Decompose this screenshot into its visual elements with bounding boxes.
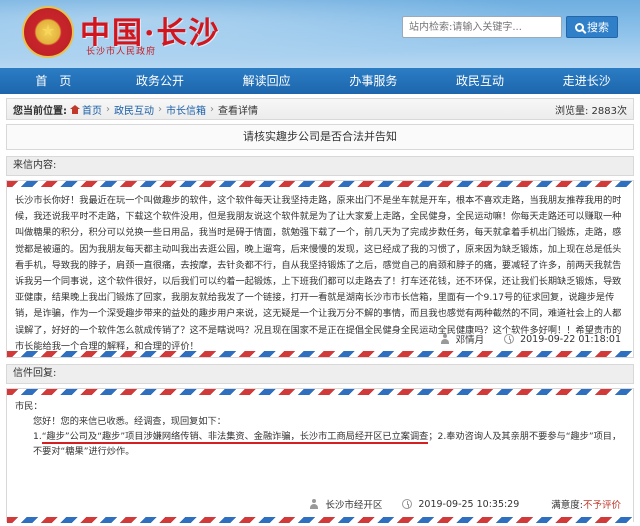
- view-count: 浏览量: 2883次: [555, 102, 627, 117]
- reply-intro: 您好！您的来信已收悉。经调查，现回复如下：: [33, 416, 226, 427]
- search-icon: [575, 22, 584, 32]
- nav-item-interaction[interactable]: 政民互动: [427, 68, 534, 94]
- search-button-label: 搜索: [587, 21, 609, 34]
- breadcrumb-home[interactable]: 首页: [82, 102, 102, 117]
- clock-icon: [402, 499, 413, 509]
- home-icon: [70, 104, 80, 114]
- satisfaction-label: 满意度:: [551, 500, 583, 511]
- airmail-border-bottom: [7, 517, 633, 523]
- reply-author: 长沙市经开区: [325, 500, 383, 511]
- site-subtitle: 长沙市人民政府: [86, 47, 157, 57]
- emblem-star-icon: ★: [40, 21, 56, 40]
- breadcrumb-current: 查看详情: [218, 105, 258, 117]
- breadcrumb-interaction[interactable]: 政民互动: [114, 102, 154, 117]
- nav-item-about-changsha[interactable]: 走进长沙: [533, 68, 640, 94]
- letter-card: 长沙市长你好！我最近在玩一个叫做趣步的软件，这个软件每天让我坚持走路，原来出门不…: [6, 180, 634, 358]
- reply-highlight: “趣步”公司及“趣步”项目涉嫌网络传销、非法集资、金融诈骗，长沙市工商局经开区已…: [41, 431, 429, 444]
- breadcrumb-lead: 您当前位置:: [13, 105, 67, 117]
- reply-section-label: 信件回复:: [6, 364, 634, 384]
- main-nav: 首 页 政务公开 解读回应 办事服务 政民互动 走进长沙: [0, 68, 640, 94]
- view-count-value: 2883次: [591, 105, 627, 117]
- reply-card: 市民： 您好！您的来信已收悉。经调查，现回复如下： 1.“趣步”公司及“趣步”项…: [6, 388, 634, 523]
- breadcrumb-mayor-mailbox[interactable]: 市长信箱: [166, 102, 206, 117]
- letter-section-label: 来信内容:: [6, 156, 634, 176]
- satisfaction: 满意度:不予评价: [551, 497, 621, 511]
- reply-time: 2019-09-25 10:35:29: [418, 498, 520, 510]
- satisfaction-value: 不予评价: [582, 500, 621, 511]
- search-button[interactable]: 搜索: [566, 16, 618, 38]
- breadcrumb-separator: ›: [210, 103, 214, 115]
- nav-item-gov-affairs[interactable]: 政务公开: [107, 68, 214, 94]
- letter-body: 长沙市长你好！我最近在玩一个叫做趣步的软件，这个软件每天让我坚持走路，原来出门不…: [15, 195, 622, 352]
- reply-footer: 长沙市经开区 2019-09-25 10:35:29 满意度:不予评价: [7, 491, 633, 517]
- nav-item-services[interactable]: 办事服务: [320, 68, 427, 94]
- reply-greeting: 市民：: [15, 401, 43, 412]
- search-input[interactable]: [403, 17, 561, 37]
- nav-item-home[interactable]: 首 页: [0, 68, 107, 94]
- search-box[interactable]: [402, 16, 562, 38]
- breadcrumb-separator: ›: [106, 103, 110, 115]
- person-icon: [309, 499, 319, 509]
- letter-time: 2019-09-22 01:18:01: [520, 333, 621, 345]
- breadcrumb-separator: ›: [158, 103, 162, 115]
- letter-author: 邓情月: [455, 335, 485, 346]
- page-title: 请核实趣步公司是否合法并告知: [6, 124, 634, 150]
- view-count-label: 浏览量:: [554, 105, 589, 117]
- reply-body: 市民： 您好！您的来信已收悉。经调查，现回复如下： 1.“趣步”公司及“趣步”项…: [7, 395, 633, 491]
- site-header: ★ 中国·长沙 长沙市人民政府 搜索: [0, 0, 640, 68]
- national-emblem-icon[interactable]: ★: [22, 6, 74, 58]
- nav-item-interpretation[interactable]: 解读回应: [213, 68, 320, 94]
- breadcrumb: 您当前位置: 首页 › 政民互动 › 市长信箱 › 查看详情 浏览量: 2883…: [6, 98, 634, 120]
- reply-item-1: 1.“趣步”公司及“趣步”项目涉嫌网络传销、非法集资、金融诈骗，长沙市工商局经开…: [15, 429, 625, 459]
- clock-icon: [504, 334, 515, 344]
- reply-item-1-prefix: 1.: [33, 431, 42, 442]
- person-icon: [440, 334, 450, 344]
